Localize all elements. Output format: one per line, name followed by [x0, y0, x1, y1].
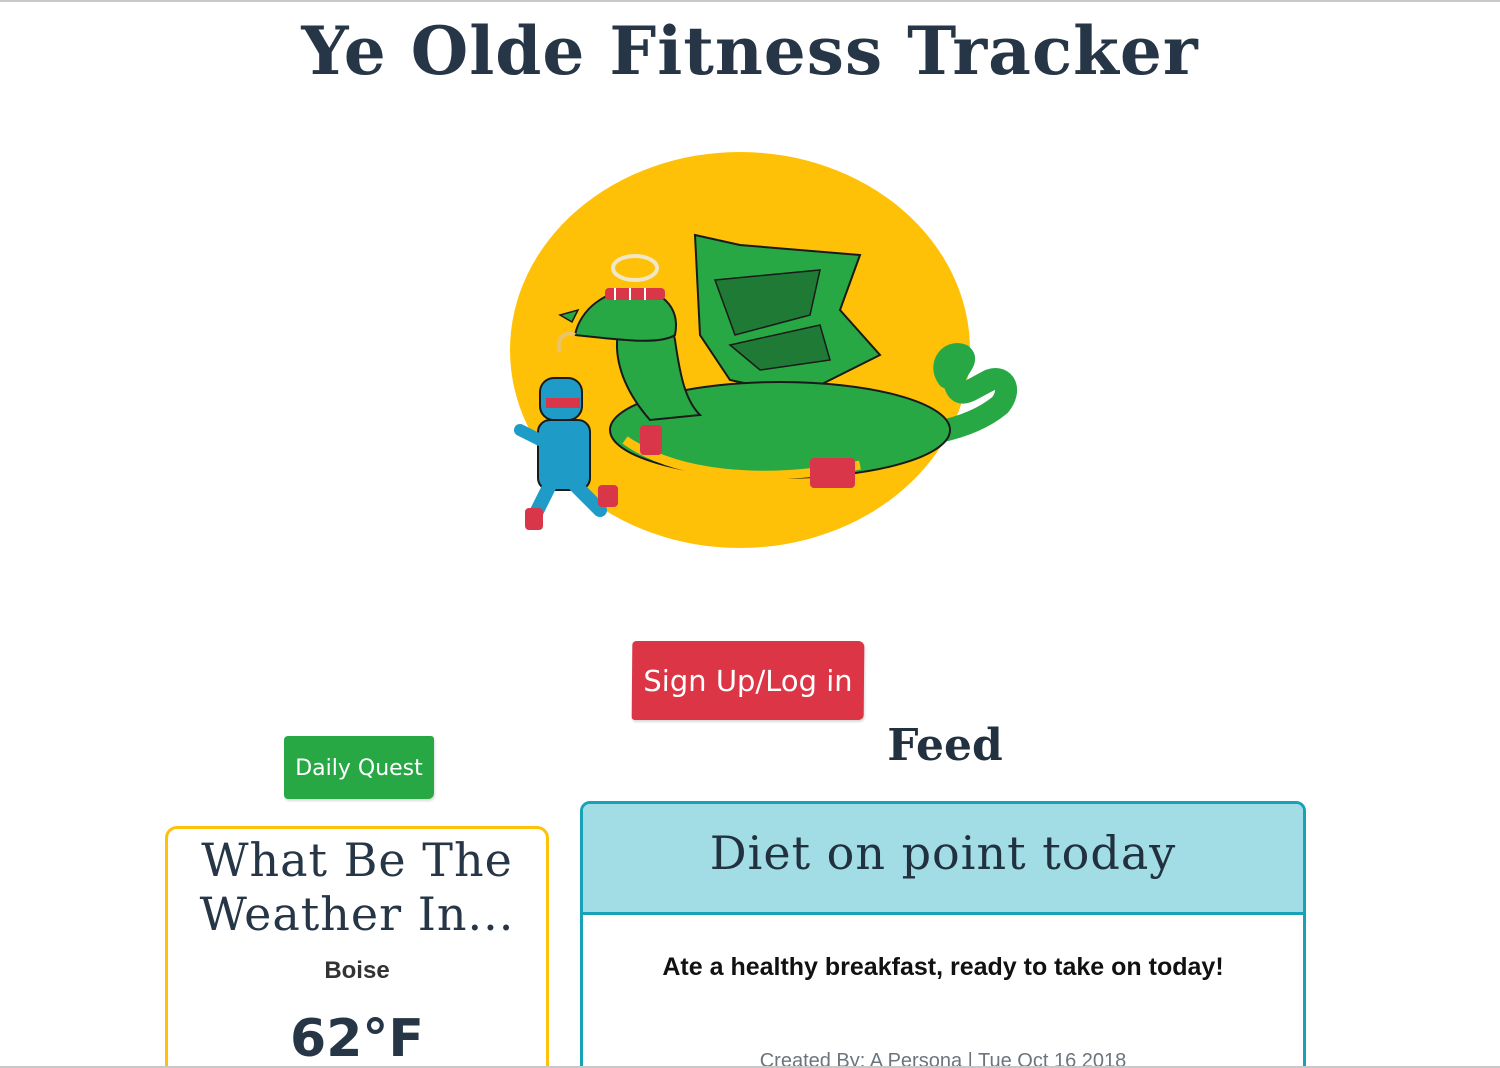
feed-post-header: Diet on point today: [583, 804, 1303, 915]
weather-card: What Be The Weather In... Boise 62°F: [165, 826, 549, 1068]
weather-city: Boise: [324, 957, 390, 984]
feed-post-body: Ate a healthy breakfast, ready to take o…: [583, 953, 1303, 1068]
top-border: [0, 0, 1500, 2]
weather-temperature: 62°F: [290, 1009, 424, 1068]
feed-heading: Feed: [887, 720, 1003, 771]
dragon-ankleband: [810, 458, 855, 488]
weather-title: What Be The Weather In...: [199, 833, 515, 941]
knight-and-dragon-illustration: [510, 152, 1018, 548]
login-button[interactable]: Sign Up/Log in: [631, 641, 865, 720]
feed-post-text: Ate a healthy breakfast, ready to take o…: [662, 953, 1224, 981]
daily-quest-button[interactable]: Daily Quest: [284, 736, 434, 799]
dragon-wristband: [640, 425, 662, 455]
site-title: Ye Olde Fitness Tracker: [301, 12, 1199, 90]
feed-post-card: Diet on point today Ate a healthy breakf…: [580, 801, 1306, 1068]
feed-post-title: Diet on point today: [709, 826, 1177, 880]
